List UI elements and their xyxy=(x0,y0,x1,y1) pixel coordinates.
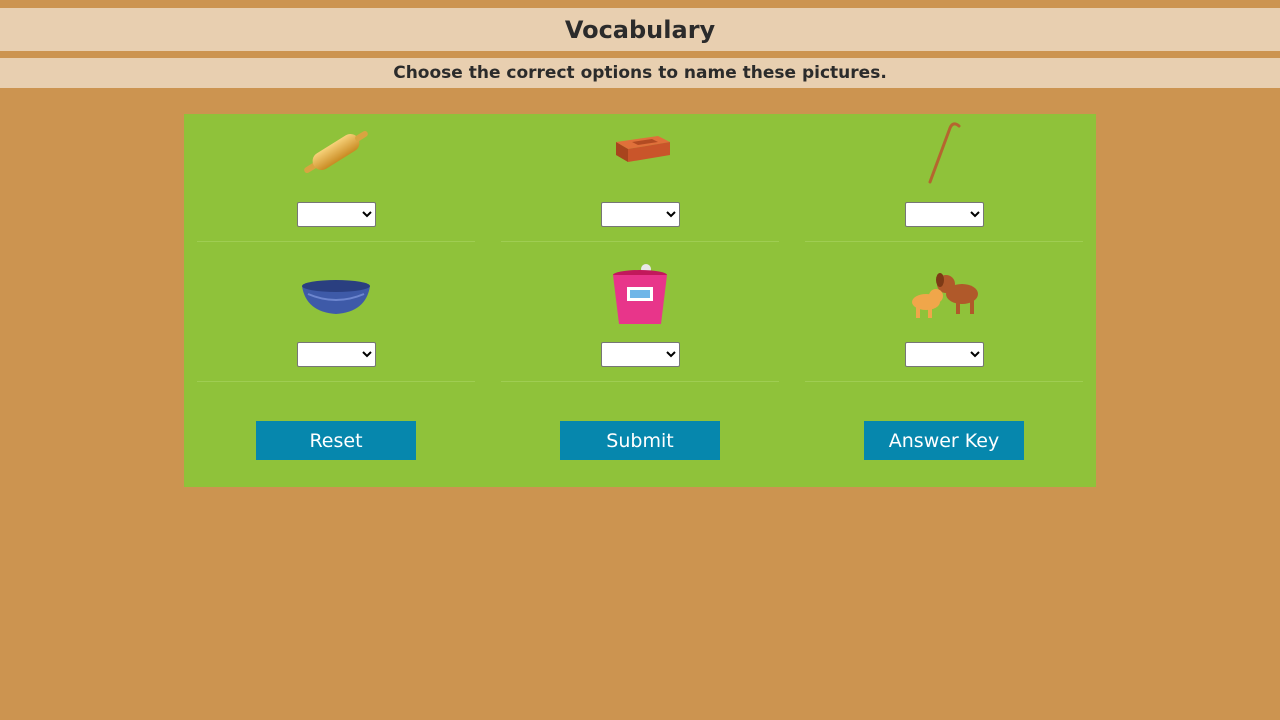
answer-select-4[interactable] xyxy=(297,342,376,367)
submit-button[interactable]: Submit xyxy=(560,421,720,460)
question-cell-5 xyxy=(501,254,779,382)
question-cell-3 xyxy=(805,114,1083,242)
question-cell-2 xyxy=(501,114,779,242)
answer-select-2[interactable] xyxy=(601,202,680,227)
answer-select-6[interactable] xyxy=(905,342,984,367)
dustbin-icon xyxy=(600,256,680,328)
page-title-bar: Vocabulary xyxy=(0,8,1280,51)
instruction-text: Choose the correct options to name these… xyxy=(393,63,887,83)
quiz-panel: Reset Submit Answer Key xyxy=(184,114,1096,487)
page-title: Vocabulary xyxy=(564,15,716,44)
instruction-bar: Choose the correct options to name these… xyxy=(0,58,1280,88)
walking-stick-icon xyxy=(904,116,984,188)
question-cell-4 xyxy=(197,254,475,382)
answer-select-5[interactable] xyxy=(601,342,680,367)
question-cell-1 xyxy=(197,114,475,242)
brick-icon xyxy=(600,116,680,188)
rolling-pin-icon xyxy=(296,116,376,188)
answer-select-3[interactable] xyxy=(905,202,984,227)
answer-key-button[interactable]: Answer Key xyxy=(864,421,1024,460)
answer-select-1[interactable] xyxy=(297,202,376,227)
playing-dogs-icon xyxy=(904,256,984,328)
question-cell-6 xyxy=(805,254,1083,382)
reset-button[interactable]: Reset xyxy=(256,421,416,460)
bowl-icon xyxy=(296,256,376,328)
